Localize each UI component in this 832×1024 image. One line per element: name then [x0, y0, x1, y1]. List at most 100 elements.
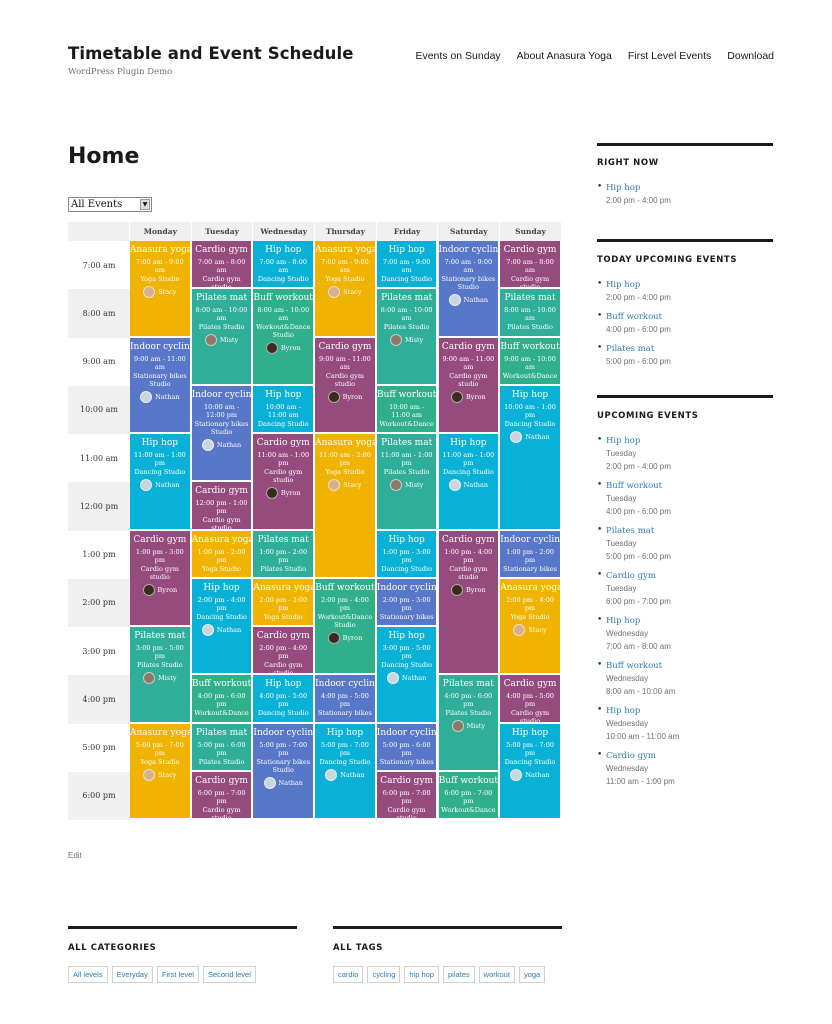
event-cell[interactable]: Hip hop 3:00 pm - 5:00 pm Dancing Studio Na… [376, 627, 439, 724]
event-title[interactable]: Pilates mat [500, 292, 560, 304]
tag-hip-hop[interactable]: hip hop [404, 966, 439, 983]
event-cell[interactable]: Buff workout 10:00 am - 11:00 am Workout&D… [376, 385, 439, 434]
event-cell[interactable]: Indoor cycling 5:00 pm - 6:00 pm Stationar… [376, 723, 439, 772]
event-cell[interactable]: Buff workout 9:00 am - 10:00 am Workout&Da… [500, 337, 562, 386]
event-link[interactable]: Hip hop [606, 435, 773, 447]
instructor-name[interactable]: Stacy [158, 288, 176, 296]
event-link[interactable]: Pilates mat [606, 343, 773, 355]
event-title[interactable]: Anasura yoga [130, 727, 190, 739]
event-title[interactable]: Indoor cycling [377, 727, 437, 739]
instructor-name[interactable]: Nathan [217, 626, 241, 634]
event-cell[interactable]: Anasura yoga 2:00 pm - 3:00 pm Yoga Studio [253, 578, 316, 627]
event-cell[interactable]: Anasura yoga 2:00 pm - 4:00 pm Yoga Studio… [500, 578, 562, 676]
event-cell[interactable]: Indoor cycling 4:00 pm - 5:00 pm Stationar… [315, 675, 377, 724]
event-title[interactable]: Hip hop [500, 389, 560, 401]
event-cell[interactable]: Pilates mat 4:00 pm - 6:00 pm Pilates Stud… [438, 675, 501, 772]
event-cell[interactable]: Indoor cycling 9:00 am - 11:00 am Stationa… [130, 337, 192, 434]
instructor-name[interactable]: Nathan [155, 393, 179, 401]
event-cell[interactable]: Anasura yoga 1:00 pm - 2:00 pm Yoga Studio [191, 530, 254, 579]
event-title[interactable]: Hip hop [439, 437, 499, 449]
event-title[interactable]: Anasura yoga [315, 244, 375, 256]
event-cell[interactable]: Cardio gym 6:00 pm - 7:00 pm Cardio gym st… [376, 771, 439, 820]
edit-link[interactable]: Edit [68, 851, 82, 860]
instructor-name[interactable]: Misty [467, 722, 485, 730]
event-title[interactable]: Pilates mat [377, 292, 437, 304]
instructor-name[interactable]: Byron [343, 634, 363, 642]
event-title[interactable]: Pilates mat [377, 437, 437, 449]
event-cell[interactable]: Buff workout 2:00 pm - 4:00 pm Workout&Dan… [315, 578, 377, 676]
event-title[interactable]: Buff workout [192, 678, 252, 690]
event-cell[interactable]: Indoor cycling 10:00 am - 12:00 pm Station… [191, 385, 254, 483]
tag-cardio[interactable]: cardio [333, 966, 364, 983]
tag-yoga[interactable]: yoga [518, 966, 546, 983]
event-title[interactable]: Pilates mat [253, 534, 313, 546]
instructor-name[interactable]: Nathan [525, 771, 549, 779]
instructor-name[interactable]: Misty [405, 481, 423, 489]
event-title[interactable]: Cardio gym [192, 485, 252, 497]
event-cell[interactable]: Hip hop 1:00 pm - 3:00 pm Dancing Studio [376, 530, 439, 579]
event-title[interactable]: Indoor cycling [500, 534, 560, 546]
event-link[interactable]: Hip hop [606, 615, 773, 627]
event-cell[interactable]: Hip hop 7:00 am - 8:00 am Dancing Studio [253, 241, 316, 290]
event-link[interactable]: Hip hop [606, 279, 773, 291]
event-link[interactable]: Cardio gym [606, 750, 773, 762]
event-cell[interactable]: Buff workout 6:00 pm - 7:00 pm Workout&Dan… [438, 771, 501, 820]
instructor-name[interactable]: Stacy [158, 771, 176, 779]
event-cell[interactable]: Indoor cycling 1:00 pm - 2:00 pm Stationar… [500, 530, 562, 579]
event-cell[interactable]: Cardio gym 4:00 pm - 5:00 pm Cardio gym st… [500, 675, 562, 724]
event-cell[interactable]: Hip hop 4:00 pm - 5:00 pm Dancing Studio [253, 675, 316, 724]
event-title[interactable]: Anasura yoga [500, 582, 560, 594]
event-link[interactable]: Cardio gym [606, 570, 773, 582]
event-title[interactable]: Cardio gym [192, 775, 252, 787]
event-title[interactable]: Hip hop [377, 630, 437, 642]
event-title[interactable]: Cardio gym [439, 341, 499, 353]
event-cell[interactable]: Pilates mat 8:00 am - 10:00 am Pilates Stu… [500, 289, 562, 338]
instructor-name[interactable]: Misty [158, 674, 176, 682]
instructor-name[interactable]: Byron [281, 489, 301, 497]
event-cell[interactable]: Indoor cycling 7:00 am - 9:00 am Stationar… [438, 241, 501, 338]
event-title[interactable]: Pilates mat [192, 727, 252, 739]
event-title[interactable]: Hip hop [253, 678, 313, 690]
event-title[interactable]: Indoor cycling [192, 389, 252, 401]
event-cell[interactable]: Anasura yoga 11:00 am - 2:00 pm Yoga Studi… [315, 434, 377, 579]
event-title[interactable]: Cardio gym [192, 244, 252, 256]
event-link[interactable]: Buff workout [606, 660, 773, 672]
event-cell[interactable]: Pilates mat 3:00 pm - 5:00 pm Pilates Stud… [130, 627, 192, 724]
instructor-name[interactable]: Stacy [343, 481, 361, 489]
nav-item-first-level-events[interactable]: First Level Events [628, 50, 711, 62]
event-title[interactable]: Hip hop [500, 727, 560, 739]
instructor-name[interactable]: Stacy [343, 288, 361, 296]
category-first-level[interactable]: First level [156, 966, 199, 983]
instructor-name[interactable]: Byron [466, 586, 486, 594]
event-title[interactable]: Indoor cycling [130, 341, 190, 353]
category-everyday[interactable]: Everyday [111, 966, 153, 983]
event-link[interactable]: Hip hop [606, 182, 773, 194]
event-title[interactable]: Cardio gym [439, 534, 499, 546]
event-filter-select[interactable]: All Events ▼ [68, 197, 152, 212]
event-title[interactable]: Indoor cycling [253, 727, 313, 739]
event-title[interactable]: Cardio gym [500, 244, 560, 256]
event-title[interactable]: Indoor cycling [439, 244, 499, 256]
event-title[interactable]: Pilates mat [439, 678, 499, 690]
event-cell[interactable]: Hip hop 5:00 pm - 7:00 pm Dancing Studio Na… [500, 723, 562, 820]
nav-item-download[interactable]: Download [727, 50, 774, 62]
event-cell[interactable]: Pilates mat 8:00 am - 10:00 am Pilates Stu… [376, 289, 439, 386]
event-title[interactable]: Anasura yoga [130, 244, 190, 256]
event-title[interactable]: Cardio gym [315, 341, 375, 353]
event-title[interactable]: Buff workout [253, 292, 313, 304]
tag-workout[interactable]: workout [478, 966, 515, 983]
event-cell[interactable]: Cardio gym 2:00 pm - 4:00 pm Cardio gym st… [253, 627, 316, 676]
instructor-name[interactable]: Nathan [217, 441, 241, 449]
event-cell[interactable]: Buff workout 4:00 pm - 6:00 pm Workout&Dan… [191, 675, 254, 724]
event-cell[interactable]: Hip hop 7:00 am - 9:00 am Dancing Studio [376, 241, 439, 290]
event-title[interactable]: Hip hop [130, 437, 190, 449]
event-title[interactable]: Pilates mat [130, 630, 190, 642]
event-cell[interactable]: Cardio gym 7:00 am - 8:00 am Cardio gym st… [500, 241, 562, 290]
event-title[interactable]: Buff workout [439, 775, 499, 787]
event-cell[interactable]: Cardio gym 6:00 pm - 7:00 pm Cardio gym st… [191, 771, 254, 820]
instructor-name[interactable]: Byron [466, 393, 486, 401]
category-second-level[interactable]: Second level [202, 966, 256, 983]
tag-pilates[interactable]: pilates [442, 966, 475, 983]
event-title[interactable]: Pilates mat [192, 292, 252, 304]
instructor-name[interactable]: Nathan [340, 771, 364, 779]
